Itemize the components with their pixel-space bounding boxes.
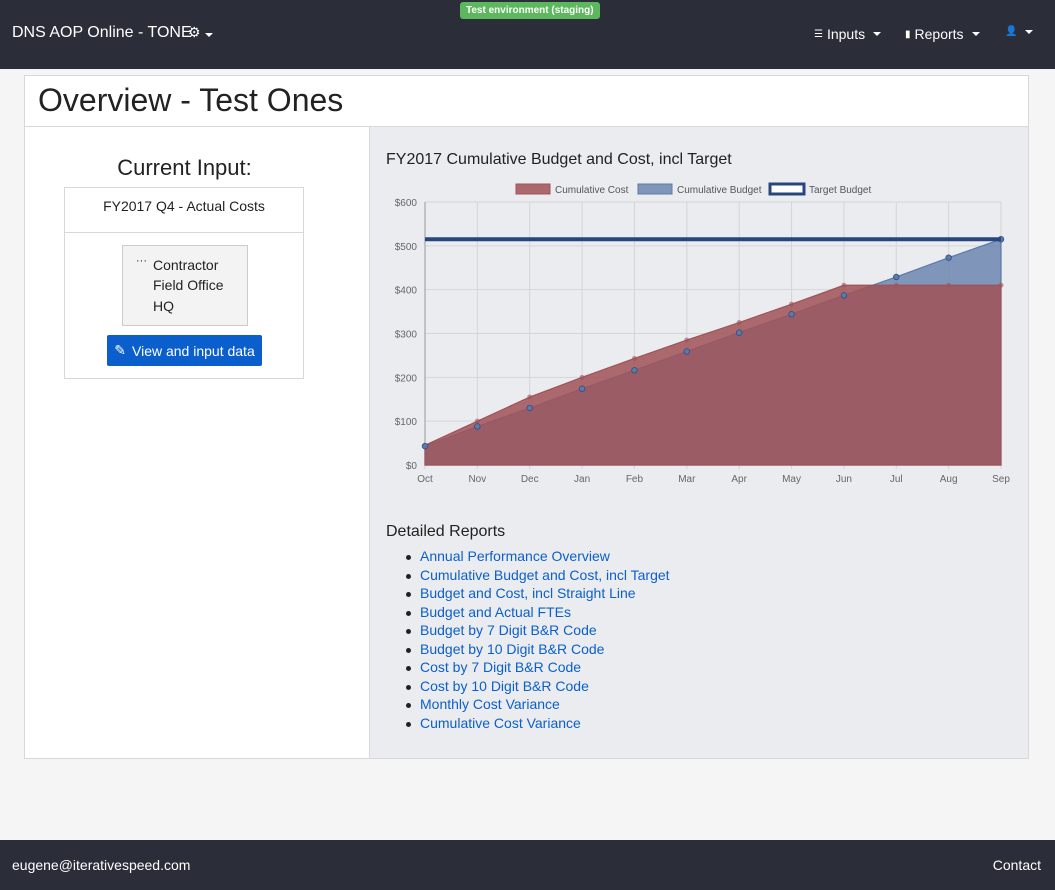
footer: eugene@iterativespeed.com Contact: [0, 840, 1055, 890]
current-input-heading: Current Input:: [117, 155, 252, 180]
cost-point: [579, 374, 585, 380]
cost-point: [631, 355, 637, 361]
cost-point: [841, 282, 847, 288]
report-link[interactable]: Cost by 10 Digit B&R Code: [406, 678, 670, 697]
legend-budget-label: Cumulative Budget: [677, 185, 762, 196]
y-tick-label: $400: [395, 286, 418, 297]
chevron-down-icon: [204, 33, 213, 37]
budget-point: [421, 442, 429, 450]
budget-point: [945, 254, 952, 261]
x-tick-label: Sep: [992, 474, 1010, 485]
legend-target-label: Target Budget: [809, 185, 871, 196]
current-input-period: FY2017 Q4 - Actual Costs: [65, 188, 303, 233]
budget-point: [526, 404, 533, 412]
environment-badge: Test environment (staging): [460, 2, 600, 19]
gear-icon: ⚙: [188, 24, 201, 40]
report-link[interactable]: Budget and Cost, incl Straight Line: [406, 585, 670, 604]
page-title: Overview - Test Ones: [38, 82, 344, 118]
chevron-down-icon: [1025, 29, 1034, 34]
budget-point: [788, 311, 795, 318]
chevron-down-icon: [971, 32, 980, 36]
budget-point: [893, 273, 900, 281]
budget-point: [474, 423, 481, 430]
view-input-data-label: View and input data: [132, 342, 255, 359]
top-navbar: DNS AOP Online - TONE ⚙ Test environment…: [0, 0, 1055, 69]
legend-target-swatch: [768, 182, 806, 196]
reports-menu[interactable]: ▮ Reports: [905, 26, 980, 42]
chart-title: FY2017 Cumulative Budget and Cost, incl …: [386, 151, 732, 168]
y-tick-label: $500: [395, 242, 418, 253]
x-tick-label: Jan: [574, 474, 590, 485]
cost-point: [946, 282, 952, 288]
current-input-card: FY2017 Q4 - Actual Costs ··· Contractor …: [64, 187, 304, 379]
bar-chart-icon: ▮: [905, 28, 911, 40]
list-icon: ☰: [814, 28, 823, 40]
legend-cost-label: Cumulative Cost: [555, 185, 629, 196]
x-tick-label: May: [782, 474, 801, 485]
legend-cost-swatch: [515, 183, 551, 195]
y-tick-label: $0: [406, 461, 418, 472]
view-input-data-button[interactable]: ✎ View and input data: [107, 335, 262, 366]
user-email: eugene@iterativespeed.com: [12, 857, 191, 873]
app-brand[interactable]: DNS AOP Online - TONE: [12, 24, 192, 42]
inputs-menu[interactable]: ☰ Inputs: [814, 26, 882, 42]
settings-menu[interactable]: ⚙: [188, 24, 213, 41]
x-tick-label: Feb: [626, 474, 644, 485]
report-link[interactable]: Cumulative Budget and Cost, incl Target: [406, 567, 670, 586]
x-tick-label: Aug: [940, 474, 958, 485]
x-tick-label: Nov: [468, 474, 486, 485]
cost-point: [998, 282, 1004, 288]
cost-point: [527, 394, 533, 400]
cost-point: [474, 418, 480, 424]
reports-list: Annual Performance Overview Cumulative B…: [406, 548, 670, 734]
ellipsis-icon: ···: [136, 254, 147, 267]
report-link[interactable]: Cumulative Cost Variance: [406, 715, 670, 734]
org-tree: ··· Contractor Field Office HQ: [122, 245, 248, 326]
tree-item[interactable]: Field Office: [136, 275, 247, 296]
chevron-down-icon: [873, 32, 882, 36]
y-tick-label: $600: [395, 198, 418, 209]
inputs-menu-label: Inputs: [826, 26, 866, 42]
detailed-reports-heading: Detailed Reports: [386, 523, 506, 540]
tree-root-label: Contractor: [153, 256, 219, 273]
tree-item[interactable]: HQ: [136, 296, 247, 317]
user-icon: 👤: [1005, 26, 1018, 37]
cumulative-cost-area: [424, 284, 1002, 466]
budget-point: [840, 292, 848, 299]
budget-point: [578, 385, 586, 392]
y-tick-label: $100: [395, 417, 418, 428]
report-link[interactable]: Budget by 7 Digit B&R Code: [406, 622, 670, 641]
x-tick-label: Mar: [678, 474, 696, 485]
legend-budget-swatch: [637, 183, 673, 195]
tree-root[interactable]: ··· Contractor: [136, 254, 247, 275]
cost-point: [684, 337, 690, 343]
x-tick-label: Jul: [890, 474, 903, 485]
budget-point: [631, 367, 638, 374]
pencil-icon: ✎: [114, 342, 126, 358]
reports-menu-label: Reports: [914, 26, 964, 42]
y-tick-label: $300: [395, 330, 418, 341]
cumulative-budget-chart: $0 $100 $200 $300 $400 $500 $600 Oct Nov Dec Jan Fe…: [395, 182, 1010, 485]
cost-point: [893, 282, 899, 288]
budget-point: [683, 348, 691, 355]
report-link[interactable]: Budget and Actual FTEs: [406, 604, 670, 623]
x-tick-label: Jun: [836, 474, 852, 485]
overview-panel: Overview - Test Ones Current Input: FY20…: [24, 75, 1029, 759]
x-tick-label: Apr: [731, 474, 747, 485]
budget-point: [735, 329, 743, 336]
report-link[interactable]: Monthly Cost Variance: [406, 696, 670, 715]
current-input-section: Current Input: FY2017 Q4 - Actual Costs …: [25, 127, 369, 758]
report-link[interactable]: Budget by 10 Digit B&R Code: [406, 641, 670, 660]
cost-point: [736, 320, 742, 326]
y-tick-label: $200: [395, 373, 418, 384]
user-menu[interactable]: 👤: [1005, 26, 1034, 37]
contact-link[interactable]: Contact: [993, 857, 1041, 873]
panel-header: Overview - Test Ones: [25, 76, 1028, 127]
chart-and-reports-section: FY2017 Cumulative Budget and Cost, incl …: [369, 127, 1028, 758]
x-tick-label: Oct: [417, 474, 433, 485]
x-tick-label: Dec: [521, 474, 539, 485]
cost-point: [789, 301, 795, 307]
report-link[interactable]: Annual Performance Overview: [406, 548, 670, 567]
report-link[interactable]: Cost by 7 Digit B&R Code: [406, 659, 670, 678]
